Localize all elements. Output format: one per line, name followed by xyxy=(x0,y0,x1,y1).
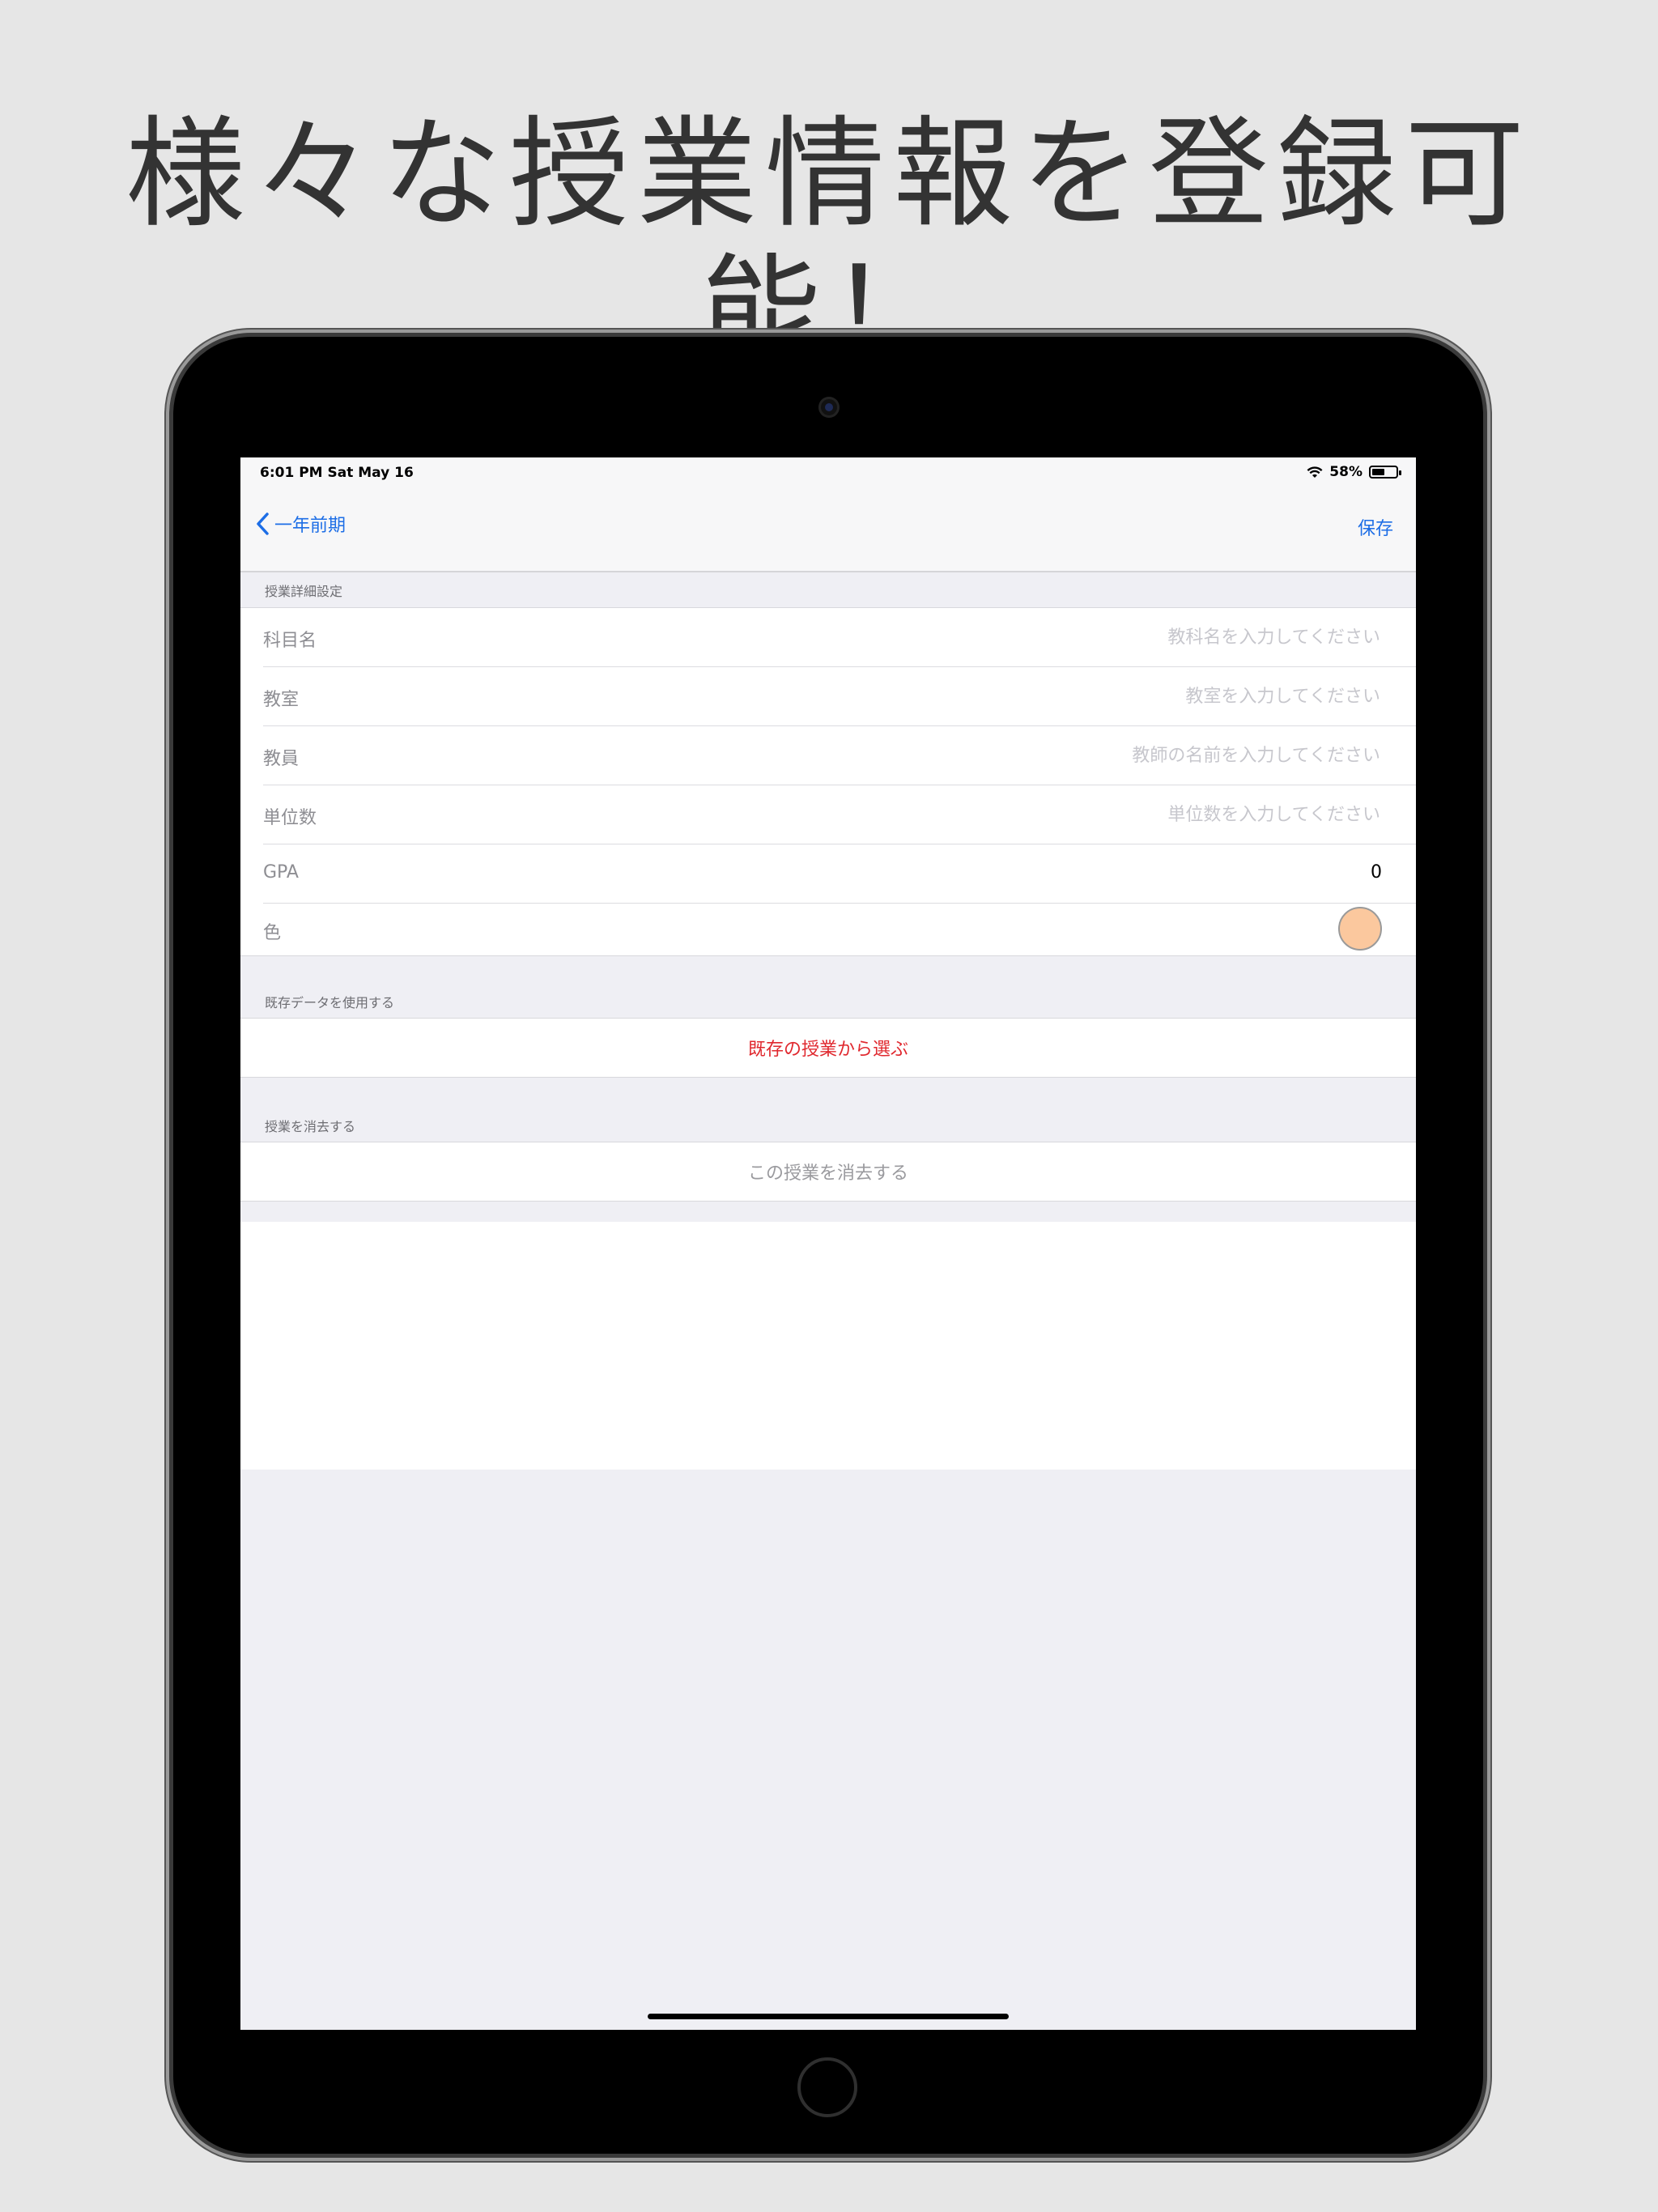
wifi-icon xyxy=(1307,466,1323,478)
delete-class-button[interactable]: この授業を消去する xyxy=(240,1142,1416,1201)
classroom-row: 教室 xyxy=(263,667,1416,726)
delete-group: この授業を消去する xyxy=(240,1142,1416,1202)
back-label: 一年前期 xyxy=(274,516,346,536)
details-group: 科目名 教室 教員 単位数 GPA 0 色 xyxy=(240,607,1416,956)
existing-group: 既存の授業から選ぶ xyxy=(240,1018,1416,1078)
subject-name-input[interactable] xyxy=(812,623,1382,652)
teacher-label: 教員 xyxy=(263,749,300,769)
classroom-input[interactable] xyxy=(812,682,1382,711)
save-button[interactable]: 保存 xyxy=(1358,514,1393,540)
subject-name-label: 科目名 xyxy=(263,631,317,651)
color-row: 色 xyxy=(263,904,1416,955)
gpa-label: GPA xyxy=(263,862,299,883)
home-indicator xyxy=(648,2014,1009,2019)
status-right: 58% xyxy=(1307,464,1401,480)
app-screen: 6:01 PM Sat May 16 58% 一年前期 保存 授業詳細設定 科目… xyxy=(240,457,1416,2030)
gpa-value[interactable]: 0 xyxy=(1371,862,1382,883)
choose-existing-class-button[interactable]: 既存の授業から選ぶ xyxy=(240,1019,1416,1077)
color-label: 色 xyxy=(263,923,282,943)
classroom-label: 教室 xyxy=(263,690,300,710)
teacher-input[interactable] xyxy=(812,741,1382,770)
teacher-row: 教員 xyxy=(263,726,1416,785)
subject-name-row: 科目名 xyxy=(263,608,1416,667)
front-camera xyxy=(818,397,840,418)
home-button[interactable] xyxy=(797,2057,857,2117)
back-button[interactable]: 一年前期 xyxy=(255,511,346,537)
gpa-row[interactable]: GPA 0 xyxy=(263,844,1416,904)
color-swatch[interactable] xyxy=(1338,907,1382,951)
credits-label: 単位数 xyxy=(263,808,317,828)
section-header-delete: 授業を消去する xyxy=(265,1119,356,1134)
credits-row: 単位数 xyxy=(263,785,1416,844)
credits-input[interactable] xyxy=(812,800,1382,829)
navigation-bar: 一年前期 保存 xyxy=(240,487,1416,572)
section-header-details: 授業詳細設定 xyxy=(265,584,343,599)
status-time: 6:01 PM Sat May 16 xyxy=(260,465,414,481)
section-header-existing: 既存データを使用する xyxy=(265,995,395,1010)
battery-icon xyxy=(1369,466,1401,479)
status-bar: 6:01 PM Sat May 16 58% xyxy=(240,457,1416,487)
battery-fill xyxy=(1372,469,1384,475)
battery-percent: 58% xyxy=(1329,464,1363,480)
chevron-left-icon xyxy=(257,513,269,535)
empty-content-area xyxy=(240,1222,1416,1470)
